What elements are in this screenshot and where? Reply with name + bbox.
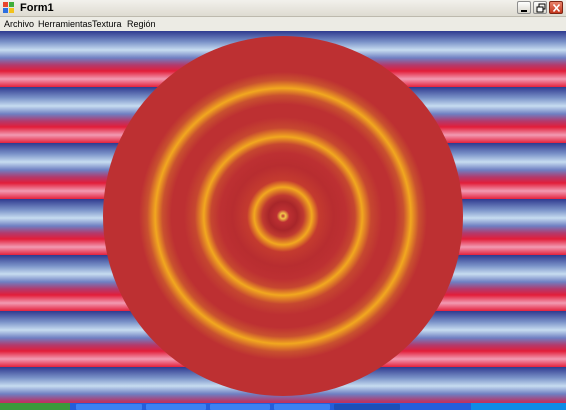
concentric-ring-region bbox=[103, 36, 463, 396]
taskbar-button[interactable] bbox=[146, 404, 206, 410]
menu-herramientas[interactable]: Herramientas bbox=[38, 18, 92, 30]
system-tray bbox=[471, 403, 566, 410]
drawing-canvas[interactable] bbox=[0, 31, 566, 403]
restore-icon bbox=[536, 3, 546, 13]
window-title: Form1 bbox=[20, 2, 54, 14]
taskbar-button[interactable] bbox=[76, 404, 142, 410]
minimize-icon bbox=[521, 10, 527, 12]
menu-bar: Archivo Herramientas Textura Región bbox=[0, 17, 566, 31]
taskbar-button[interactable] bbox=[274, 404, 330, 410]
taskbar-button-active[interactable] bbox=[334, 404, 400, 410]
app-window: Form1 Archivo Herramientas Textura Regió… bbox=[0, 0, 566, 410]
start-button[interactable] bbox=[0, 403, 70, 410]
restore-button[interactable] bbox=[533, 1, 547, 14]
taskbar-button[interactable] bbox=[210, 404, 270, 410]
menu-textura[interactable]: Textura bbox=[92, 18, 122, 30]
minimize-button[interactable] bbox=[517, 1, 531, 14]
menu-archivo[interactable]: Archivo bbox=[4, 18, 34, 30]
form-app-icon[interactable] bbox=[3, 2, 15, 14]
close-icon bbox=[552, 3, 561, 13]
taskbar bbox=[0, 403, 566, 410]
close-button[interactable] bbox=[549, 1, 563, 14]
region-disc bbox=[103, 36, 463, 396]
menu-region[interactable]: Región bbox=[127, 18, 156, 30]
title-bar[interactable]: Form1 bbox=[0, 0, 566, 17]
